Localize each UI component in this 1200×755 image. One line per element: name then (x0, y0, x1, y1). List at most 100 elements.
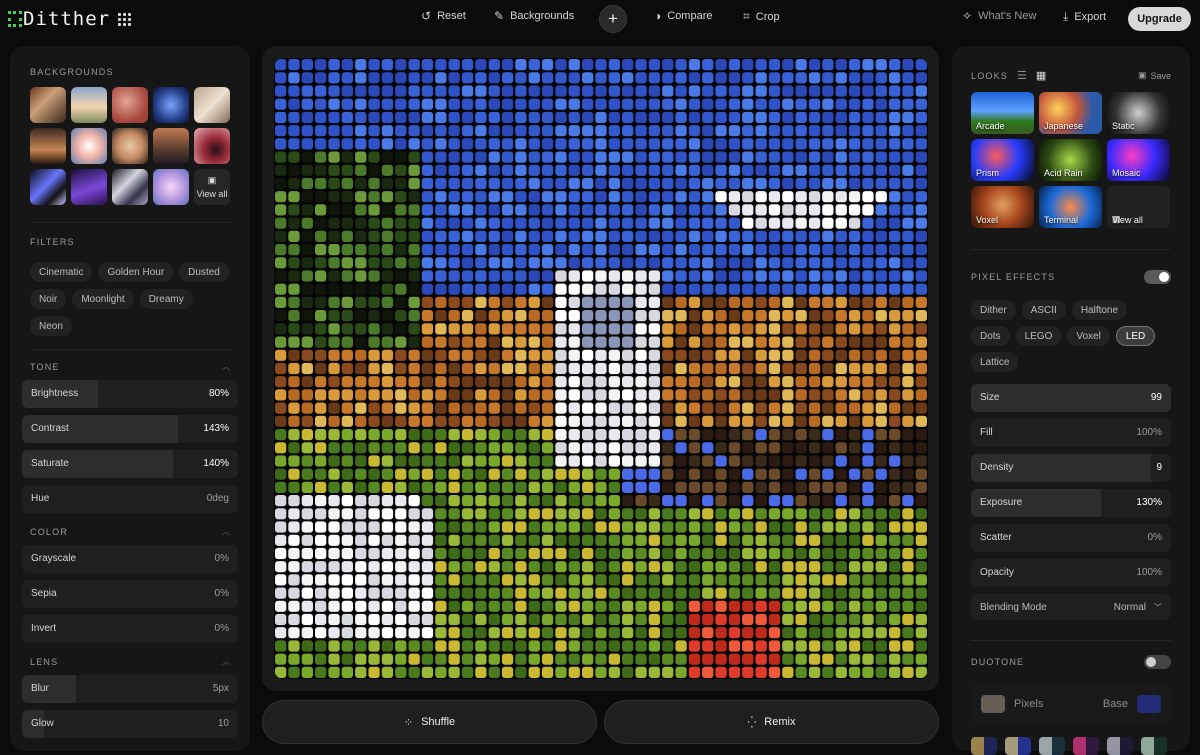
whats-new-button[interactable]: ✧ What's New (962, 9, 1036, 23)
effect-chip-halftone[interactable]: Halftone (1071, 300, 1128, 320)
led-pixel (889, 455, 901, 467)
effect-chip-ascii[interactable]: ASCII (1021, 300, 1066, 320)
led-pixel (808, 455, 821, 467)
led-pixel (862, 402, 874, 414)
save-button[interactable]: ▣ Save (1138, 70, 1171, 81)
led-pixel (582, 177, 594, 190)
backgrounds-view-all[interactable]: ▣ View all (194, 169, 230, 205)
filter-chip[interactable]: Dreamy (139, 289, 193, 309)
list-view-icon[interactable]: ☰ (1017, 69, 1027, 82)
filter-chip[interactable]: Moonlight (72, 289, 134, 309)
led-pixel (768, 257, 781, 269)
chevron-up-icon[interactable]: ︿ (222, 656, 230, 667)
led-pixel (341, 296, 353, 308)
led-pixel (461, 574, 474, 586)
background-thumb-lavender-flower[interactable] (153, 169, 189, 205)
filter-chip[interactable]: Cinematic (30, 262, 93, 282)
look-prism[interactable]: Prism (971, 139, 1034, 181)
color-header[interactable]: COLOR ︿ (30, 526, 230, 537)
look-terminal[interactable]: Terminal (1039, 186, 1102, 228)
param-density[interactable]: Density 9 (971, 454, 1171, 482)
export-button[interactable]: ⤓ Export (1063, 9, 1106, 24)
slider-sepia[interactable]: Sepia 0% (22, 580, 238, 608)
filter-chip[interactable]: Dusted (179, 262, 229, 282)
background-thumb-chrome-swirl[interactable] (30, 169, 66, 205)
background-thumb-red-clouds[interactable] (112, 87, 148, 123)
led-image-canvas[interactable] (274, 58, 928, 679)
remix-button[interactable]: ⁛ Remix (604, 700, 939, 744)
chevron-down-icon: ﹀ (1154, 602, 1162, 612)
look-voxel[interactable]: Voxel (971, 186, 1034, 228)
filter-chip[interactable]: Neon (30, 316, 72, 336)
look-arcade[interactable]: Arcade (971, 92, 1034, 134)
upgrade-button[interactable]: Upgrade (1128, 7, 1191, 31)
tone-header[interactable]: TONE ︿ (30, 361, 230, 372)
param-fill[interactable]: Fill 100% (971, 419, 1171, 447)
slider-grayscale[interactable]: Grayscale 0% (22, 545, 238, 573)
slider-brightness[interactable]: Brightness 80% (22, 380, 238, 408)
duotone-preset[interactable] (971, 737, 997, 755)
chevron-up-icon[interactable]: ︿ (222, 361, 230, 372)
look-static[interactable]: Static (1107, 92, 1170, 134)
led-pixel (488, 653, 500, 665)
background-thumb-stone-door[interactable] (30, 128, 66, 164)
background-thumb-cream-flowers[interactable] (112, 128, 148, 164)
compare-button[interactable]: ◑ Compare (654, 9, 713, 23)
background-thumb-purple-wave[interactable] (71, 169, 107, 205)
effect-chip-dither[interactable]: Dither (971, 300, 1016, 320)
grid-view-icon[interactable]: ▦ (1036, 69, 1046, 82)
pixels-color-swatch[interactable] (981, 695, 1005, 713)
param-size[interactable]: Size 99 (971, 384, 1171, 412)
led-pixel (301, 164, 313, 176)
duotone-preset[interactable] (1039, 737, 1065, 755)
slider-glow[interactable]: Glow 10 (22, 710, 238, 738)
duotone-preset[interactable] (1141, 737, 1167, 755)
look-japanese[interactable]: Japanese (1039, 92, 1102, 134)
param-exposure[interactable]: Exposure 130% (971, 489, 1171, 517)
duotone-toggle[interactable] (1144, 655, 1171, 669)
param-opacity[interactable]: Opacity 100% (971, 559, 1171, 587)
param-scatter[interactable]: Scatter 0% (971, 524, 1171, 552)
led-pixel (715, 376, 727, 388)
slider-saturate[interactable]: Saturate 140% (22, 450, 238, 478)
slider-hue[interactable]: Hue 0deg (22, 485, 238, 513)
led-pixel (541, 415, 554, 427)
background-thumb-portrait[interactable] (153, 128, 189, 164)
duotone-preset[interactable] (1073, 737, 1099, 755)
app-logo[interactable]: Ditther (8, 8, 132, 30)
duotone-preset[interactable] (1107, 737, 1133, 755)
chevron-up-icon[interactable]: ︿ (222, 526, 230, 537)
lens-header[interactable]: LENS ︿ (30, 656, 230, 667)
effect-chip-lattice[interactable]: Lattice (971, 352, 1019, 372)
slider-contrast[interactable]: Contrast 143% (22, 415, 238, 443)
background-thumb-pink-flower[interactable] (71, 128, 107, 164)
shuffle-button[interactable]: ⁘ Shuffle (262, 700, 597, 744)
background-thumb-blue-flower[interactable] (153, 87, 189, 123)
effect-chip-dots[interactable]: Dots (971, 326, 1010, 346)
look-mosaic[interactable]: Mosaic (1107, 139, 1170, 181)
effect-chip-lego[interactable]: LEGO (1015, 326, 1062, 346)
effect-chip-led[interactable]: LED (1115, 326, 1156, 346)
slider-invert[interactable]: Invert 0% (22, 615, 238, 643)
effect-chip-voxel[interactable]: Voxel (1067, 326, 1110, 346)
filter-chip[interactable]: Golden Hour (98, 262, 174, 282)
background-thumb-silk-ribbon[interactable] (112, 169, 148, 205)
background-thumb-cloudy-hills[interactable] (71, 87, 107, 123)
reset-button[interactable]: ↺ Reset (421, 9, 466, 23)
background-thumb-archway-sunset[interactable] (30, 87, 66, 123)
add-button[interactable]: + (599, 5, 627, 33)
apps-grid-icon[interactable] (118, 12, 132, 26)
duotone-preset[interactable] (1005, 737, 1031, 755)
filter-chip[interactable]: Noir (30, 289, 67, 309)
base-color-swatch[interactable] (1137, 695, 1161, 713)
backgrounds-button[interactable]: ✎ Backgrounds (494, 9, 574, 23)
slider-blur[interactable]: Blur 5px (22, 675, 238, 703)
led-pixel (395, 270, 407, 282)
background-thumb-purple-ring[interactable] (194, 128, 230, 164)
look-acid-rain[interactable]: Acid Rain (1039, 139, 1102, 181)
blending-mode-select[interactable]: Blending Mode Normal ﹀ (971, 594, 1171, 620)
background-thumb-marble-arches[interactable] (194, 87, 230, 123)
pixel-effects-toggle[interactable] (1144, 270, 1171, 284)
looks-view-all[interactable]: ▦ View all (1107, 186, 1170, 228)
crop-button[interactable]: ⌗ Crop (743, 9, 780, 24)
